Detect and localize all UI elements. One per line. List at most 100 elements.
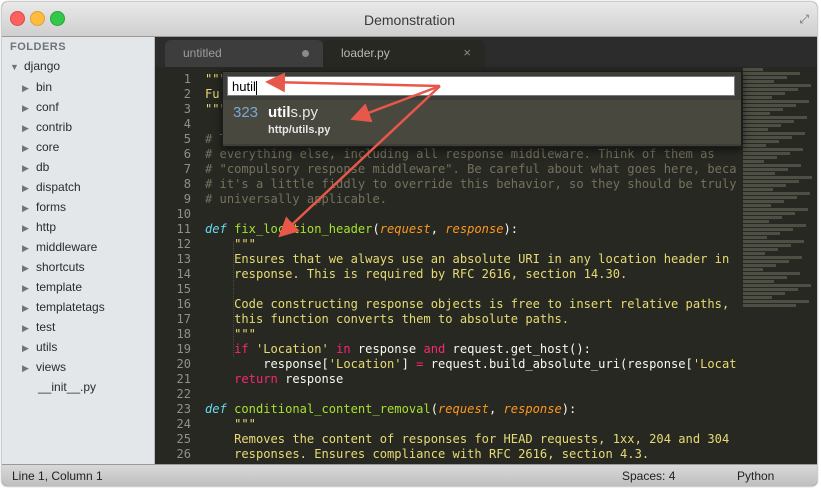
code-line: Code constructing response objects is fr… [205,297,737,311]
sidebar-item-http[interactable]: ▶ http [22,217,105,237]
line-number: 17 [176,312,191,326]
triangle-right-icon[interactable]: ▶ [22,338,36,358]
minimap-line [743,168,788,171]
code-line: # universally applicable. [205,192,388,206]
minimap-line [743,164,801,167]
sidebar-item-templatetags[interactable]: ▶ templatetags [22,297,105,317]
line-number: 22 [176,387,191,401]
triangle-down-icon[interactable]: ▼ [10,62,24,72]
minimap-line [743,216,782,219]
minimap-line [743,160,764,163]
sidebar-item-label: __init__.py [38,380,97,394]
triangle-right-icon[interactable]: ▶ [22,158,36,178]
minimap-line [743,172,775,175]
goto-search-input[interactable]: hutil [227,76,735,96]
minimap-line [743,92,785,95]
sidebar-item-middleware[interactable]: ▶ middleware [22,237,105,257]
sidebar-item-label: core [36,140,60,154]
sidebar-item-dispatch[interactable]: ▶ dispatch [22,177,105,197]
triangle-right-icon[interactable]: ▶ [22,258,36,278]
minimap-line [743,76,787,79]
code-line: def fix_location_header(request, respons… [205,222,519,236]
triangle-right-icon[interactable]: ▶ [22,98,36,118]
triangle-right-icon[interactable]: ▶ [22,78,36,98]
minimap-line [743,256,802,259]
minimap-line [743,196,797,199]
triangle-right-icon[interactable]: ▶ [22,118,36,138]
triangle-right-icon[interactable]: ▶ [22,298,36,318]
syntax-selector[interactable]: Python [737,469,774,483]
sidebar-item-bin[interactable]: ▶ bin [22,77,105,97]
minimap-line [743,200,784,203]
minimap-line [743,192,810,195]
sidebar-item-db[interactable]: ▶ db [22,157,105,177]
sidebar-item-init-py[interactable]: __init__.py [22,377,105,397]
triangle-right-icon[interactable]: ▶ [22,278,36,298]
minimap[interactable] [737,67,817,464]
sidebar-item-label: views [36,360,67,374]
triangle-right-icon[interactable]: ▶ [22,318,36,338]
sidebar-item-label: http [36,220,57,234]
tab-bar: untitled loader.py × [155,37,817,67]
tab-loader-py[interactable]: loader.py × [323,40,485,67]
line-number: 7 [183,162,191,176]
minimap-line [743,180,799,183]
line-number: 3 [183,102,191,116]
status-bar: Line 1, Column 1 Spaces: 4 Python [2,464,817,486]
folder-root[interactable]: ▼ django [10,59,60,73]
goto-result-item[interactable]: 323 utils.py http/utils.py [223,100,741,144]
result-path: http/utils.py [268,124,331,136]
sidebar-item-label: test [36,320,56,334]
close-tab-icon[interactable]: × [463,40,471,66]
sidebar-item-label: middleware [36,240,98,254]
sidebar-item-core[interactable]: ▶ core [22,137,105,157]
triangle-right-icon[interactable]: ▶ [22,358,36,378]
triangle-right-icon[interactable]: ▶ [22,178,36,198]
minimap-line [743,220,769,223]
code-line: Ensures that we always use an absolute U… [205,252,737,266]
minimap-line [743,96,772,99]
code-line: # it's a little fiddly to override this … [205,177,737,191]
code-line: # everything else, including all respons… [205,147,715,161]
triangle-right-icon[interactable]: ▶ [22,198,36,218]
sidebar-item-forms[interactable]: ▶ forms [22,197,105,217]
sidebar-item-views[interactable]: ▶ views [22,357,105,377]
sidebar-item-label: db [36,160,50,174]
sidebar-item-test[interactable]: ▶ test [22,317,105,337]
minimap-line [743,148,803,151]
line-number: 8 [183,177,191,191]
minimap-line [743,188,773,191]
code-line: Removes the content of responses for HEA… [205,432,730,446]
minimap-line [743,132,805,135]
line-number: 21 [176,372,191,386]
result-score: 323 [233,104,259,121]
line-number: 20 [176,357,191,371]
code-line: return response [234,372,344,386]
modified-dot-icon[interactable] [302,50,309,57]
sidebar-item-label: dispatch [36,180,81,194]
line-number: 14 [176,267,191,281]
sidebar-item-shortcuts[interactable]: ▶ shortcuts [22,257,105,277]
line-number: 26 [176,447,191,461]
tab-untitled[interactable]: untitled [165,40,323,67]
line-number: 15 [176,282,191,296]
indentation-setting[interactable]: Spaces: 4 [622,469,675,483]
triangle-right-icon[interactable]: ▶ [22,238,36,258]
folder-root-label: django [24,59,61,73]
sidebar-item-label: forms [36,200,66,214]
triangle-right-icon[interactable]: ▶ [22,138,36,158]
sidebar-item-conf[interactable]: ▶ conf [22,97,105,117]
fullscreen-icon[interactable]: ⤢ [799,12,809,27]
triangle-right-icon[interactable]: ▶ [22,218,36,238]
result-match-text: util [268,104,291,121]
minimap-line [743,304,796,307]
minimap-line [743,232,780,235]
sidebar-item-utils[interactable]: ▶ utils [22,337,105,357]
sidebar-item-template[interactable]: ▶ template [22,277,105,297]
line-number: 24 [176,417,191,431]
sidebar-item-label: contrib [36,120,73,134]
title-bar: Demonstration ⤢ [2,2,817,37]
sidebar-item-contrib[interactable]: ▶ contrib [22,117,105,137]
code-line: response['Location'] = request.build_abs… [205,357,737,371]
